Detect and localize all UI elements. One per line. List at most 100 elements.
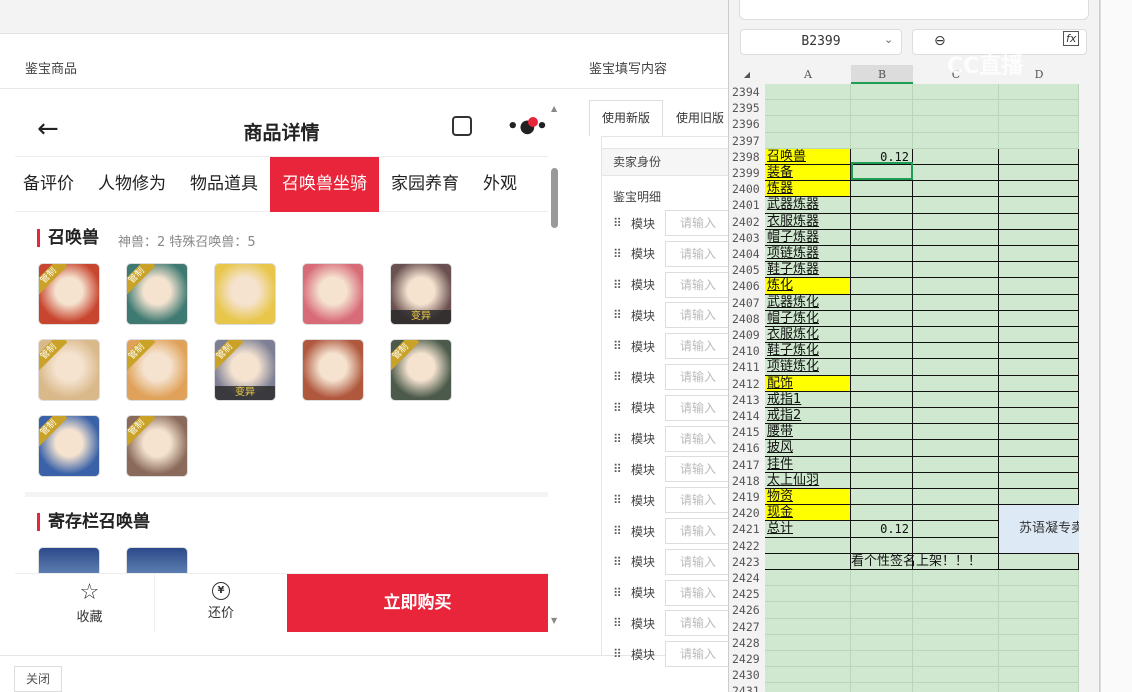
- cell[interactable]: [999, 359, 1079, 376]
- cell[interactable]: [999, 408, 1079, 425]
- cell[interactable]: [913, 359, 999, 376]
- buy-now-button[interactable]: 立即购买: [287, 574, 548, 632]
- cell[interactable]: [851, 618, 913, 635]
- cell[interactable]: 腰带: [765, 424, 851, 441]
- cell[interactable]: [913, 197, 999, 214]
- drag-handle-icon[interactable]: ⠿: [613, 524, 631, 538]
- cell[interactable]: [851, 489, 913, 506]
- cell[interactable]: [999, 375, 1079, 392]
- merged-cell[interactable]: 苏语凝专卖: [999, 505, 1079, 553]
- cell[interactable]: [913, 602, 999, 619]
- cell[interactable]: 披风: [765, 440, 851, 457]
- cell[interactable]: [851, 440, 913, 457]
- cell[interactable]: 戒指1: [765, 391, 851, 408]
- cell[interactable]: [913, 100, 999, 117]
- sheet-scrollbar[interactable]: [1079, 84, 1099, 692]
- select-all-corner[interactable]: ◢: [737, 65, 757, 84]
- cell[interactable]: 鞋子炼器: [765, 262, 851, 279]
- column-header[interactable]: A: [765, 65, 851, 84]
- cell[interactable]: 武器炼化: [765, 294, 851, 311]
- drag-handle-icon[interactable]: ⠿: [613, 462, 631, 476]
- row-number[interactable]: 2404: [729, 246, 765, 263]
- row-number[interactable]: 2411: [729, 359, 765, 376]
- row-number[interactable]: 2423: [729, 553, 765, 570]
- pet-icon[interactable]: 管制: [38, 415, 100, 477]
- module-input[interactable]: 请输入: [665, 364, 729, 390]
- fx-icon[interactable]: fx: [1063, 31, 1080, 46]
- tab-category[interactable]: 备评价: [15, 157, 86, 212]
- tab-category[interactable]: 外观: [471, 157, 529, 212]
- row-number[interactable]: 2420: [729, 505, 765, 522]
- cell[interactable]: [851, 116, 913, 133]
- module-input[interactable]: 请输入: [665, 210, 729, 236]
- drag-handle-icon[interactable]: ⠿: [613, 586, 631, 600]
- module-input[interactable]: 请输入: [665, 641, 729, 668]
- cell[interactable]: [913, 391, 999, 408]
- module-input[interactable]: 请输入: [665, 456, 729, 483]
- cell[interactable]: [999, 262, 1079, 279]
- cell[interactable]: [999, 553, 1079, 570]
- cell[interactable]: [999, 602, 1079, 619]
- module-input[interactable]: 请输入: [665, 394, 729, 421]
- tab-category[interactable]: 家园养育: [379, 157, 471, 212]
- row-number[interactable]: 2426: [729, 602, 765, 619]
- zoom-out-icon[interactable]: ⊖: [934, 33, 946, 49]
- cell[interactable]: [913, 165, 999, 182]
- cell[interactable]: [913, 310, 999, 327]
- cell[interactable]: [851, 651, 913, 668]
- pet-icon[interactable]: 管制: [390, 339, 452, 401]
- row-number[interactable]: 2414: [729, 408, 765, 425]
- row-number[interactable]: 2407: [729, 294, 765, 311]
- pet-icon[interactable]: [302, 339, 364, 401]
- cell[interactable]: [851, 424, 913, 441]
- cell[interactable]: [913, 570, 999, 587]
- cell[interactable]: [851, 294, 913, 311]
- cell[interactable]: [913, 505, 999, 522]
- cell[interactable]: [851, 408, 913, 425]
- favorite-button[interactable]: ☆ 收藏: [25, 574, 155, 632]
- cell[interactable]: [913, 489, 999, 506]
- cell[interactable]: [913, 343, 999, 360]
- cell[interactable]: [999, 634, 1079, 651]
- cell[interactable]: [999, 489, 1079, 506]
- cell[interactable]: [999, 667, 1079, 684]
- row-number[interactable]: 2417: [729, 456, 765, 473]
- cell[interactable]: [765, 651, 851, 668]
- cell[interactable]: [765, 683, 851, 692]
- cell[interactable]: [999, 132, 1079, 149]
- cell[interactable]: [851, 634, 913, 651]
- cell[interactable]: 戒指2: [765, 408, 851, 425]
- cell[interactable]: [851, 667, 913, 684]
- cell[interactable]: [851, 229, 913, 246]
- cell[interactable]: 炼化: [765, 278, 851, 295]
- row-number[interactable]: 2401: [729, 197, 765, 214]
- cell[interactable]: [913, 132, 999, 149]
- cell[interactable]: [765, 100, 851, 117]
- cell[interactable]: [913, 586, 999, 603]
- module-input[interactable]: 请输入: [665, 518, 729, 544]
- cell[interactable]: [999, 472, 1079, 489]
- row-number[interactable]: 2412: [729, 375, 765, 392]
- drag-handle-icon[interactable]: ⠿: [613, 493, 631, 507]
- cell[interactable]: [913, 456, 999, 473]
- seller-identity-header[interactable]: 卖家身份: [601, 148, 741, 176]
- cell[interactable]: [913, 667, 999, 684]
- cell[interactable]: 鞋子炼化: [765, 343, 851, 360]
- cell[interactable]: [913, 84, 999, 101]
- cell[interactable]: [999, 586, 1079, 603]
- cell[interactable]: [999, 148, 1079, 165]
- bargain-button[interactable]: ¥ 还价: [155, 574, 287, 632]
- cell[interactable]: [851, 343, 913, 360]
- pet-icon[interactable]: 管制 变异: [214, 339, 276, 401]
- cell[interactable]: 帽子炼化: [765, 310, 851, 327]
- row-number[interactable]: 2430: [729, 667, 765, 684]
- row-number[interactable]: 2428: [729, 634, 765, 651]
- cell[interactable]: [851, 570, 913, 587]
- cell[interactable]: [765, 618, 851, 635]
- cell[interactable]: [851, 181, 913, 198]
- cell[interactable]: 配饰: [765, 375, 851, 392]
- cell[interactable]: [999, 116, 1079, 133]
- cell[interactable]: [999, 165, 1079, 182]
- cell[interactable]: [999, 84, 1079, 101]
- cell[interactable]: [913, 294, 999, 311]
